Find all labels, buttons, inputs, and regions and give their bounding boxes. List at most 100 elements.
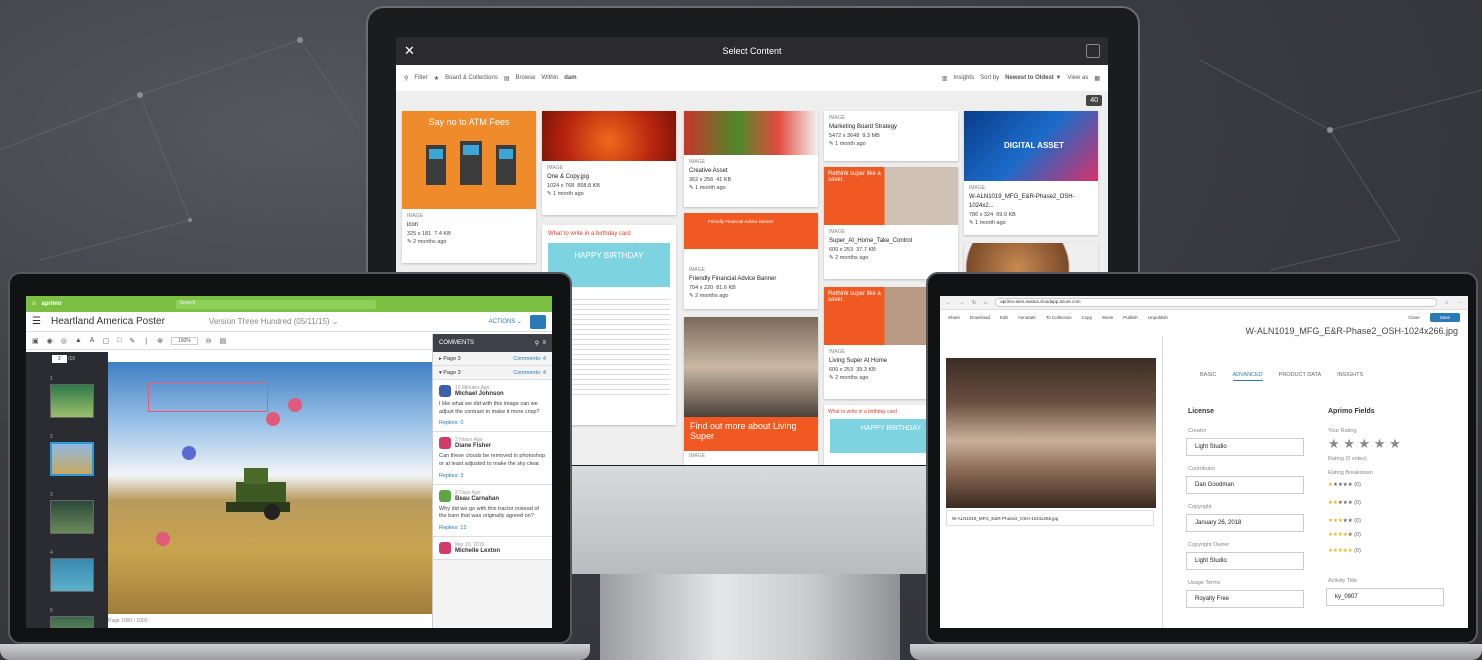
activity-title-field[interactable]: ky_0907 (1326, 588, 1444, 606)
asset-metadata-screen: ← → ↻ ⌂ aprimo-aem.eastus.cloudapp.azure.co… (940, 296, 1468, 628)
save-button[interactable]: Save (1429, 312, 1460, 322)
rating-row-4: ★★★★★ (0) (1328, 532, 1361, 538)
search-input[interactable]: Search (175, 299, 376, 309)
insights-button[interactable]: Insights (953, 75, 974, 81)
tab-product-data[interactable]: PRODUCT DATA (1279, 372, 1321, 381)
close-icon[interactable]: ✕ (404, 43, 415, 59)
asset-card[interactable]: Friendly Financial Advice Banner IMAGE F… (684, 213, 818, 309)
edit-button[interactable]: Edit (1000, 315, 1008, 320)
contributor-field[interactable]: Dan Goodman (1186, 476, 1304, 494)
replies-link[interactable]: Replies: 0 (439, 420, 546, 426)
attach-icon[interactable]: ❘ (143, 337, 149, 345)
asset-card[interactable]: IMAGE One & Copy.jpg 1024 x 768 858.8 KB… (542, 111, 676, 215)
share-button[interactable]: Share (948, 315, 960, 320)
page-group-row[interactable]: ▾ Page 3 Comments: 4 (433, 366, 552, 380)
creator-field[interactable]: Light Studio (1186, 438, 1304, 456)
publish-button[interactable]: Publish (1123, 315, 1138, 320)
page-thumbnail[interactable] (50, 500, 94, 534)
card-type: IMAGE (689, 453, 706, 459)
address-bar[interactable]: aprimo-aem.eastus.cloudapp.azure.com (995, 298, 1437, 307)
forward-icon[interactable]: → (959, 300, 964, 306)
tab-insights[interactable]: INSIGHTS (1337, 372, 1363, 381)
comment-item[interactable]: Mar 23, 2016 Michelle Lexton (433, 537, 552, 561)
back-icon[interactable]: ← (946, 300, 951, 306)
card-dims: 786 x 324 (969, 211, 994, 218)
arrow-icon[interactable]: ▲ (75, 337, 82, 344)
version-dropdown[interactable]: Version Three Hundred (05/11/15) ⌄ (209, 317, 339, 326)
filter-button[interactable]: Filter (414, 75, 427, 81)
grid-view-icon[interactable]: ▦ (1094, 75, 1100, 82)
usage-terms-field[interactable]: Royalty Free (1186, 590, 1304, 608)
chat-icon[interactable]: ▤ (220, 337, 227, 345)
tab-basic[interactable]: BASIC (1200, 372, 1217, 381)
copy-button[interactable]: Copy (1082, 315, 1093, 320)
card-banner: Rethink super like a saver. (828, 291, 881, 303)
rating-stars[interactable]: ★ ★ ★ ★ ★ (1328, 436, 1401, 452)
comment-pin-icon[interactable] (182, 446, 196, 460)
rect-icon[interactable]: □ (117, 337, 121, 344)
page-group-row[interactable]: ▸ Page 3 Comments: 4 (433, 352, 552, 366)
avatar (439, 437, 451, 450)
target-icon[interactable]: ◎ (61, 337, 67, 345)
tab-advanced[interactable]: ADVANCED (1232, 372, 1263, 381)
zoom-in-icon[interactable]: ⊕ (157, 337, 163, 345)
comment-item[interactable]: 10 Minutes Ago Michael Johnson I like wha… (433, 380, 552, 433)
asset-card[interactable]: DIGITAL ASSET IMAGE W-ALN1019_MFG_E&R-Ph… (964, 111, 1098, 235)
asset-card[interactable]: IMAGE Creative Asset 362 x 256 41 KB ✎ 1… (684, 111, 818, 207)
page-thumbnail[interactable] (50, 558, 94, 592)
brand-logo: aprimo (41, 301, 62, 307)
pen-icon[interactable]: ✎ (129, 337, 135, 345)
move-button[interactable]: Move (1102, 315, 1113, 320)
comment-pin-icon[interactable] (288, 398, 302, 412)
page-number-input[interactable]: 2 (52, 355, 67, 363)
menu-icon[interactable]: ≡ (32, 301, 36, 307)
circle-icon[interactable]: ◉ (47, 337, 53, 345)
asset-actions-bar: Share Download Edit Annotate To Collecti… (940, 310, 1468, 324)
to-collection-button[interactable]: To Collection (1046, 315, 1072, 320)
page-thumbnail-active[interactable] (50, 442, 94, 476)
rating-count: (0) (1354, 500, 1361, 506)
filter-icon[interactable]: ≡ (542, 340, 546, 346)
browse-button[interactable]: Browse (516, 75, 536, 81)
replies-link[interactable]: Replies: 3 (439, 473, 546, 479)
star-icon[interactable]: ☆ (1445, 300, 1449, 306)
unpublish-button[interactable]: Unpublish (1148, 315, 1168, 320)
comment-icon[interactable]: ▢ (102, 337, 109, 345)
download-button[interactable]: Download (970, 315, 990, 320)
copyright-owner-field[interactable]: Light Studio (1186, 552, 1304, 570)
asset-card[interactable]: IMAGE Marketing Board Strategy 5472 x 36… (824, 111, 958, 161)
sort-dropdown[interactable]: Newest to Oldest ▼ (1005, 75, 1061, 81)
panel-toggle-button[interactable] (530, 314, 546, 329)
page-thumbnail[interactable] (50, 384, 94, 418)
text-icon[interactable]: A (90, 337, 95, 344)
within-value[interactable]: dam (564, 75, 576, 81)
replies-link[interactable]: Replies: 12 (439, 525, 546, 531)
boards-button[interactable]: Board & Collections (445, 75, 498, 81)
zoom-out-icon[interactable]: ⊖ (206, 337, 212, 345)
asset-card[interactable]: Rethink super like a saver. IMAGE Super_… (824, 167, 958, 279)
comment-item[interactable]: 2 Hours Ago Diane Fisher Can these clouds… (433, 432, 552, 485)
asset-card[interactable]: Say no to ATM Fees IMAGE icon 325 x 181 … (402, 111, 536, 263)
view-as-button[interactable]: View as (1067, 75, 1088, 81)
asset-card[interactable]: Find out more about Living Super IMAGE (684, 317, 818, 465)
more-icon[interactable]: ⋯ (1457, 300, 1462, 306)
annotate-button[interactable]: Annotate (1018, 315, 1036, 320)
field-photo: Page 1000 / 1000 (108, 362, 432, 624)
confirm-check-icon[interactable] (1086, 44, 1100, 58)
zoom-select[interactable]: 100% (170, 336, 198, 345)
page-icon[interactable]: ▣ (32, 337, 39, 345)
close-button[interactable]: Close (1408, 315, 1420, 320)
comment-pin-icon[interactable] (156, 532, 170, 546)
comment-item[interactable]: 2 Days Ago Beau Carnahan Why did we go wi… (433, 484, 552, 538)
reload-icon[interactable]: ↻ (972, 300, 976, 306)
search-icon[interactable]: ⚲ (404, 75, 408, 82)
home-icon[interactable]: ⌂ (984, 300, 987, 306)
actions-dropdown[interactable]: ACTIONS ⌄ (489, 318, 522, 325)
markup-rectangle[interactable] (148, 382, 268, 412)
comment-author: Beau Carnahan (455, 495, 500, 502)
page-thumbnail[interactable] (50, 616, 94, 628)
hamburger-icon[interactable]: ☰ (32, 316, 41, 327)
comment-pin-icon[interactable] (266, 412, 280, 426)
copyright-field[interactable]: January 26, 2018 (1186, 514, 1304, 532)
search-icon[interactable]: ⚲ (535, 340, 539, 347)
